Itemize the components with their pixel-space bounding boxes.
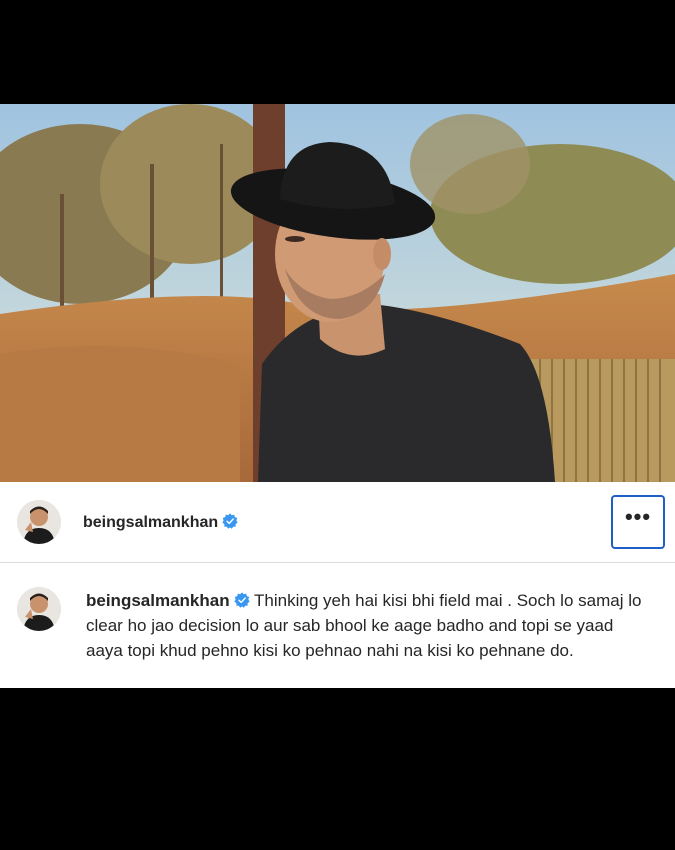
avatar-image: [17, 500, 61, 544]
caption-avatar[interactable]: [17, 587, 61, 631]
post-header: beingsalmankhan •••: [0, 482, 675, 563]
post-caption: beingsalmankhan Thinking yeh hai kisi bh…: [86, 588, 646, 663]
post-username[interactable]: beingsalmankhan: [83, 513, 238, 532]
avatar-image: [17, 587, 61, 631]
top-black-bar: [0, 0, 675, 104]
verified-badge-icon: [234, 592, 250, 608]
bottom-black-bar: [0, 688, 675, 850]
more-options-icon: •••: [624, 504, 652, 529]
more-options-button[interactable]: •••: [611, 495, 665, 549]
post-photo[interactable]: [0, 104, 675, 482]
caption-username[interactable]: beingsalmankhan: [86, 591, 230, 610]
profile-avatar[interactable]: [17, 500, 61, 544]
verified-badge-icon: [222, 513, 238, 529]
caption-section: beingsalmankhan Thinking yeh hai kisi bh…: [0, 563, 675, 688]
username-text: beingsalmankhan: [83, 514, 219, 531]
post-photo-image: [0, 104, 675, 482]
